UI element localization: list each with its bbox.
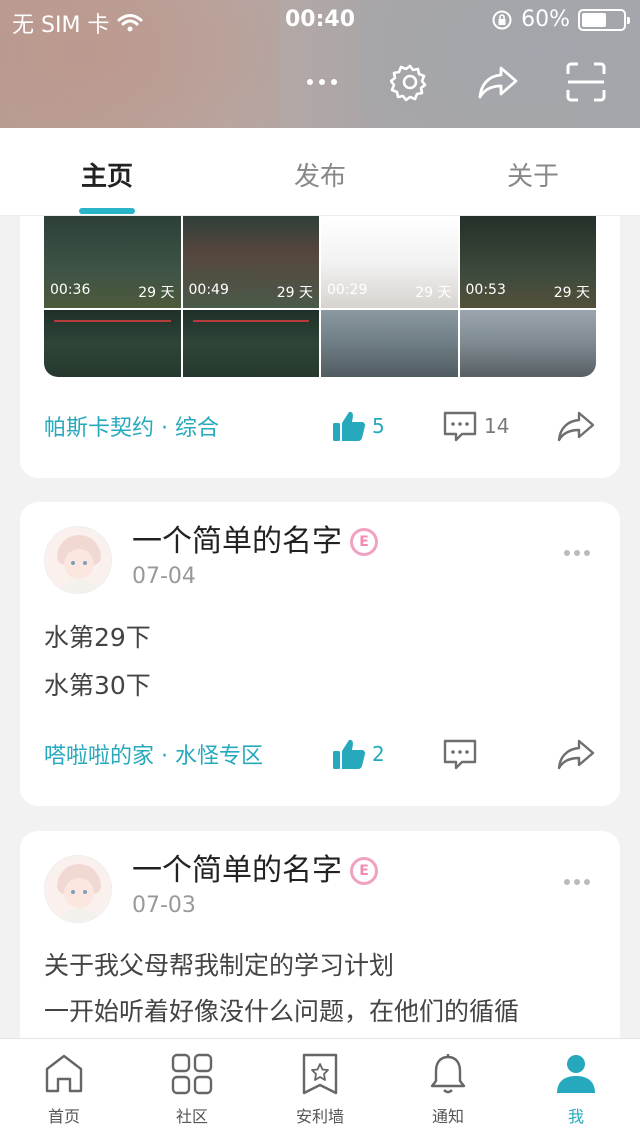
post-line: 一开始听着好像没什么问题，在他们的循循 — [44, 997, 520, 1026]
tab-home[interactable]: 主页 — [47, 156, 167, 193]
scan-button[interactable] — [562, 58, 610, 106]
post-author[interactable]: 一个简单的名字 E 07-03 — [44, 853, 378, 923]
video-thumbnail[interactable] — [182, 310, 319, 377]
video-duration: 00:49 — [188, 282, 229, 298]
like-count: 2 — [372, 742, 385, 766]
battery-icon — [578, 8, 630, 31]
post-date: 07-04 — [132, 564, 196, 589]
video-thumbnail[interactable]: 00:36 29 天 — [44, 216, 181, 308]
post-line: 水第30下 — [44, 671, 151, 700]
video-grid: 00:36 29 天 00:49 29 天 00:29 29 天 00:53 29 天 — [44, 216, 596, 377]
share-button[interactable] — [556, 737, 596, 771]
post-card[interactable]: 一个简单的名字 E 07-03 关于我父母帮我制定的学习计划 一开始听着好像没什么… — [20, 831, 620, 1038]
post-more-button[interactable] — [564, 879, 590, 885]
rotation-lock-icon — [492, 10, 512, 29]
profile-tabs: 主页 发布 关于 — [0, 128, 640, 216]
grid-icon — [171, 1053, 213, 1095]
post-card[interactable]: 一个简单的名字 E 07-04 水第29下 水第30下 嗒啦啦的家 · 水怪专区 … — [20, 502, 620, 806]
nav-home[interactable]: 首页 — [0, 1039, 128, 1136]
avatar[interactable] — [44, 855, 112, 923]
post-tag-link[interactable]: 帕斯卡契约 · 综合 — [44, 410, 596, 442]
thumbs-up-icon — [333, 739, 365, 769]
tab-publish[interactable]: 发布 — [260, 156, 380, 193]
comment-button[interactable]: 14 — [442, 410, 509, 442]
post-date: 07-03 — [132, 893, 196, 918]
bottom-nav: 首页 社区 安利墙 通知 我 — [0, 1038, 640, 1136]
video-duration: 00:53 — [465, 282, 506, 298]
user-icon — [557, 1055, 595, 1093]
health-bar — [192, 320, 309, 322]
like-count: 5 — [372, 414, 385, 438]
author-name: 一个简单的名字 — [132, 524, 342, 559]
nav-community[interactable]: 社区 — [128, 1039, 256, 1136]
share-arrow-icon — [478, 66, 518, 99]
post-author[interactable]: 一个简单的名字 E 07-04 — [44, 524, 378, 594]
home-icon — [45, 1054, 83, 1093]
gear-icon — [390, 64, 427, 102]
post-more-button[interactable] — [564, 550, 590, 556]
post-line: 水第29下 — [44, 623, 151, 652]
scan-icon — [566, 62, 606, 102]
video-age: 29 天 — [138, 285, 175, 301]
battery-percent: 60% — [521, 7, 570, 32]
settings-button[interactable] — [386, 58, 434, 106]
video-duration: 00:29 — [327, 282, 368, 298]
more-options-button[interactable] — [298, 58, 346, 106]
share-button[interactable] — [556, 409, 596, 443]
active-tab-indicator — [79, 208, 135, 214]
avatar[interactable] — [44, 526, 112, 594]
post-body[interactable]: 水第29下 水第30下 — [44, 614, 596, 710]
comment-count: 14 — [484, 414, 510, 438]
status-bar: 无 SIM 卡 00:40 60% — [0, 0, 640, 40]
video-age: 29 天 — [415, 285, 452, 301]
post-footer: 嗒啦啦的家 · 水怪专区 2 — [44, 734, 596, 774]
comment-icon — [443, 411, 477, 442]
tab-about[interactable]: 关于 — [473, 156, 593, 193]
video-age: 29 天 — [276, 285, 313, 301]
share-arrow-icon — [557, 739, 595, 770]
video-thumbnail[interactable]: 00:29 29 天 — [321, 216, 458, 308]
post-body[interactable]: 关于我父母帮我制定的学习计划 一开始听着好像没什么问题，在他们的循循 — [44, 943, 596, 1035]
video-thumbnail[interactable] — [44, 310, 181, 377]
thumbs-up-icon — [333, 411, 365, 441]
video-thumbnail[interactable] — [459, 310, 596, 377]
level-badge-icon: E — [350, 528, 378, 556]
nav-label: 安利墙 — [295, 1107, 344, 1126]
video-thumbnail[interactable]: 00:53 29 天 — [459, 216, 596, 308]
nav-label: 首页 — [47, 1107, 80, 1126]
header-actions — [298, 58, 610, 106]
share-profile-button[interactable] — [474, 58, 522, 106]
video-thumbnail[interactable] — [321, 310, 458, 377]
like-button[interactable]: 5 — [332, 410, 385, 442]
bell-icon — [430, 1054, 466, 1094]
nav-label: 我 — [567, 1107, 584, 1126]
nav-label: 通知 — [431, 1107, 464, 1126]
video-age: 29 天 — [553, 285, 590, 301]
video-thumbnail[interactable]: 00:49 29 天 — [182, 216, 319, 308]
comment-button[interactable] — [442, 738, 478, 770]
level-badge-icon: E — [350, 857, 378, 885]
nav-notifications[interactable]: 通知 — [384, 1039, 512, 1136]
health-bar — [54, 320, 171, 322]
post-tag-link[interactable]: 嗒啦啦的家 · 水怪专区 — [44, 738, 596, 770]
share-arrow-icon — [557, 411, 595, 442]
post-footer: 帕斯卡契约 · 综合 5 14 — [44, 406, 596, 446]
author-name: 一个简单的名字 — [132, 853, 342, 888]
bookmark-star-icon — [302, 1053, 338, 1095]
video-duration: 00:36 — [50, 282, 91, 298]
nav-recommend-wall[interactable]: 安利墙 — [256, 1039, 384, 1136]
like-button[interactable]: 2 — [332, 738, 385, 770]
feed[interactable]: 00:36 29 天 00:49 29 天 00:29 29 天 00:53 29 天 … — [0, 216, 640, 1038]
nav-me[interactable]: 我 — [512, 1039, 640, 1136]
post-line: 关于我父母帮我制定的学习计划 — [44, 951, 395, 980]
ellipsis-icon — [307, 79, 337, 85]
comment-icon — [443, 739, 477, 770]
post-card[interactable]: 00:36 29 天 00:49 29 天 00:29 29 天 00:53 29 天 … — [20, 216, 620, 478]
nav-label: 社区 — [175, 1107, 208, 1126]
